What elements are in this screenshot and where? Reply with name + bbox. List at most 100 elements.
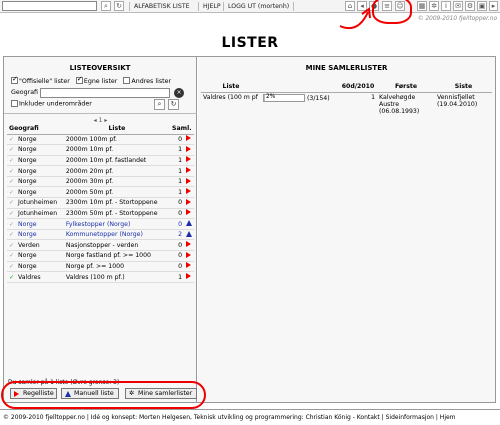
nav-help[interactable]: HJELP (203, 3, 221, 10)
settings-icon[interactable]: ⚙ (465, 1, 475, 11)
page-title: LISTER (221, 35, 279, 51)
flag-icon (184, 186, 194, 199)
toolbar-divider (198, 2, 199, 11)
row-geography[interactable]: Norge (16, 186, 64, 199)
list-row[interactable]: ✓ Valdres Valdres (100 m pf.) 1 (7, 271, 194, 283)
row-list-name[interactable]: Valdres (100 m pf.) (63, 271, 170, 283)
header-copyright: © 2009-2010 fjelltopper.no (417, 16, 497, 22)
row-list-name[interactable]: Nasjonstopper - verden (63, 239, 170, 252)
refresh-icon[interactable]: ↻ (114, 1, 124, 11)
row-geography[interactable]: Verden (16, 239, 64, 252)
next-page-icon[interactable]: ▸ (104, 117, 107, 124)
row-geography[interactable]: Norge (16, 229, 64, 241)
list-row[interactable]: ✓ Norge 2000m 30m pf. 1 (7, 176, 194, 188)
row-list-name[interactable]: 2000m 10m pf. fastlandet (63, 155, 170, 167)
filter-own[interactable]: Egne lister (75, 75, 117, 85)
checkbox-others[interactable] (123, 77, 131, 84)
flag-icon[interactable]: ▸ (489, 1, 498, 11)
filter-official[interactable]: "Offisielle" lister (11, 75, 70, 85)
row-geography[interactable]: Jotunheimen (16, 197, 64, 209)
list-row[interactable]: ✓ Norge 2000m 10m pf. 1 (7, 144, 194, 156)
row-list-name[interactable]: Norge fastland pf. >= 1000 (63, 250, 170, 262)
map-icon[interactable]: ▦ (417, 1, 427, 11)
unchecked-icon: ✓ (7, 155, 17, 167)
column-header-period[interactable]: 60d/2010 (339, 81, 377, 93)
nav-logout[interactable]: LOGG UT (mortenh) (228, 3, 289, 10)
list-row[interactable]: ✓ Norge 2000m 50m pf. 1 (7, 186, 194, 199)
row-list-name[interactable]: Norge pf. >= 1000 (63, 261, 170, 273)
column-header-collectors[interactable]: Saml. (170, 124, 194, 135)
column-header-last[interactable]: Siste (435, 81, 492, 93)
row-collector-count: 1 (170, 155, 184, 167)
clear-geography-icon[interactable]: × (174, 88, 184, 98)
row-list-name[interactable]: Kommunetopper (Norge) (63, 229, 170, 241)
collector-row[interactable]: Valdres (100 m pf 2% (3/154) 1 Kalvehøgd… (201, 92, 492, 116)
annotation-circle (372, 0, 412, 24)
unchecked-icon: ✓ (7, 186, 17, 199)
list-row[interactable]: ✓ Verden Nasjonstopper - verden 0 (7, 239, 194, 252)
search-icon[interactable]: ⌕ (154, 99, 165, 110)
row-geography[interactable]: Norge (16, 134, 64, 146)
row-list-name[interactable]: 2300m 50m pf. - Stortoppene (63, 208, 170, 220)
row-geography[interactable]: Norge (16, 176, 64, 188)
column-header-first[interactable]: Første (377, 81, 435, 93)
checkbox-own[interactable] (75, 75, 83, 84)
row-collector-count: 1 (170, 271, 184, 283)
row-geography[interactable]: Norge (16, 155, 64, 167)
row-geography[interactable]: Norge (16, 261, 64, 273)
nav-alphabetic-list[interactable]: ALFABETISK LISTE (134, 3, 190, 10)
column-header-geography[interactable]: Geografi (7, 124, 64, 135)
row-geography[interactable]: Norge (16, 218, 64, 230)
row-collector-count: 1 (170, 165, 184, 177)
list-row[interactable]: ✓ Norge Kommunetopper (Norge) 2 (7, 229, 194, 241)
pager: ◂ 1 ▸ (4, 117, 197, 124)
row-list-name[interactable]: 2000m 20m pf. (63, 165, 170, 177)
lock-icon[interactable]: ▣ (477, 1, 487, 11)
search-icon[interactable]: ⌕ (101, 1, 111, 11)
collector-last: Vennisfjellet (19.04.2010) (437, 93, 478, 108)
list-row[interactable]: ✓ Norge 2000m 100m pf. 0 (7, 134, 194, 146)
unchecked-icon: ✓ (7, 229, 17, 241)
row-geography[interactable]: Jotunheimen (16, 208, 64, 220)
collector-list-name[interactable]: Valdres (100 m pf (201, 92, 261, 116)
flag-icon (184, 250, 194, 262)
gear-icon[interactable]: ✲ (429, 1, 439, 11)
row-list-name[interactable]: 2300m 10m pf. - Stortoppene (63, 197, 170, 209)
row-geography[interactable]: Norge (16, 250, 64, 262)
column-header-list[interactable]: Liste (63, 124, 170, 135)
row-list-name[interactable]: 2000m 50m pf. (63, 186, 170, 199)
list-row[interactable]: ✓ Jotunheimen 2300m 50m pf. - Stortoppene 0 (7, 208, 194, 220)
list-row[interactable]: ✓ Norge 2000m 10m pf. fastlandet 1 (7, 155, 194, 167)
row-list-name[interactable]: 2000m 30m pf. (63, 176, 170, 188)
list-row[interactable]: ✓ Norge Norge fastland pf. >= 1000 0 (7, 250, 194, 262)
checkbox-include-subareas[interactable] (11, 100, 18, 107)
row-geography[interactable]: Valdres (16, 271, 64, 283)
mail-icon[interactable]: ✉ (453, 1, 463, 11)
row-list-name[interactable]: 2000m 10m pf. (63, 144, 170, 156)
row-collector-count: 0 (170, 218, 184, 230)
filter-others[interactable]: Andres lister (123, 77, 171, 85)
row-list-name[interactable]: Fylkestopper (Norge) (63, 218, 170, 230)
include-subareas[interactable]: Inkluder underområder (11, 100, 92, 108)
row-geography[interactable]: Norge (16, 144, 64, 156)
geography-input[interactable] (40, 88, 170, 98)
unchecked-icon: ✓ (7, 239, 17, 252)
flag-icon (184, 134, 194, 146)
list-row[interactable]: ✓ Norge 2000m 20m pf. 1 (7, 165, 194, 177)
row-list-name[interactable]: 2000m 100m pf. (63, 134, 170, 146)
search-input[interactable] (2, 1, 97, 11)
list-row[interactable]: ✓ Norge Norge pf. >= 1000 0 (7, 261, 194, 273)
column-header-list[interactable]: Liste (201, 81, 261, 93)
flag-icon (184, 271, 194, 283)
list-row[interactable]: ✓ Norge Fylkestopper (Norge) 0 (7, 218, 194, 230)
list-row[interactable]: ✓ Jotunheimen 2300m 10m pf. - Stortoppene 0 (7, 197, 194, 209)
info-icon[interactable]: i (441, 1, 451, 11)
refresh-icon[interactable]: ↻ (168, 99, 179, 110)
checkbox-official[interactable] (11, 75, 18, 84)
column-header-progress (261, 81, 339, 93)
unchecked-icon: ✓ (7, 218, 17, 230)
page-number: 1 (98, 117, 103, 124)
row-collector-count: 0 (170, 261, 184, 273)
prev-page-icon[interactable]: ◂ (94, 117, 97, 124)
row-geography[interactable]: Norge (16, 165, 64, 177)
